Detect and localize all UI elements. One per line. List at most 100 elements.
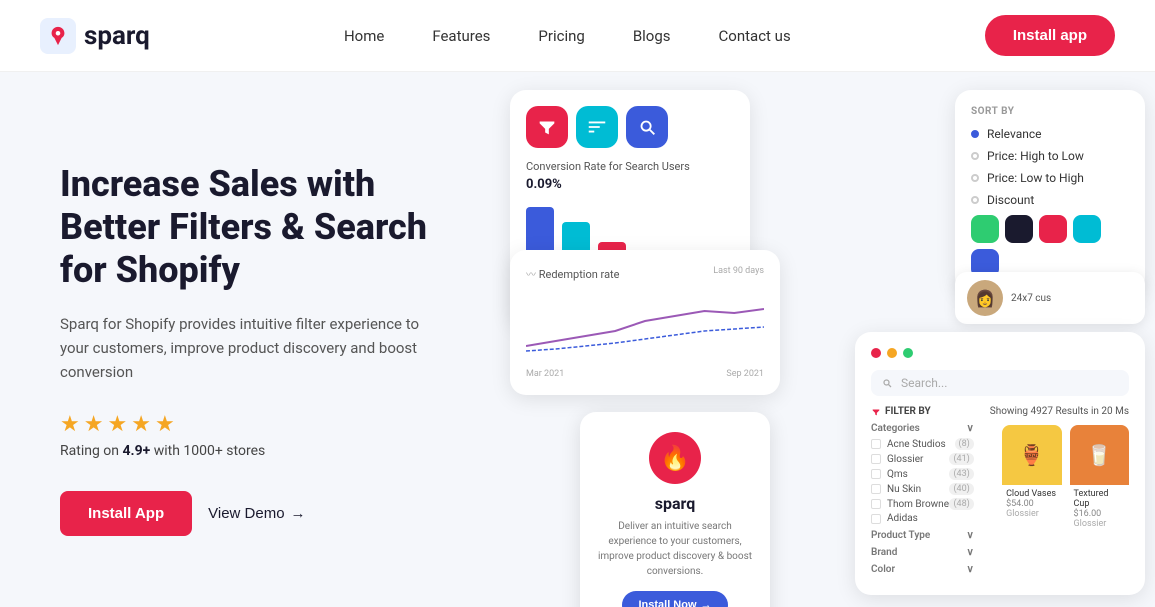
product-type-label: Product Type ∨ — [871, 530, 974, 541]
checkbox-1[interactable] — [871, 454, 881, 464]
line-dates: Mar 2021 Sep 2021 — [526, 369, 764, 379]
promo-name: sparq — [596, 494, 754, 513]
product-card-0: 🏺 Cloud Vases $54.00 Glossier — [1002, 425, 1061, 533]
products-col: Showing 4927 Results in 20 Ms 🏺 Cloud Va… — [974, 406, 1129, 533]
hero-section: Increase Sales with Better Filters & Sea… — [0, 72, 1155, 607]
filter-panel-card: Search... FILTER BY Categories ∨ Acne St… — [855, 332, 1145, 595]
logo-icon — [40, 18, 76, 54]
sort-icon — [576, 106, 618, 148]
filter-item-0[interactable]: Acne Studios (8) — [871, 438, 974, 450]
hero-subtitle: Sparq for Shopify provides intuitive fil… — [60, 312, 440, 384]
chart-icons — [526, 106, 734, 148]
product-name-1: Textured Cup — [1074, 489, 1125, 509]
sort-radio-0 — [971, 130, 979, 138]
product-name-0: Cloud Vases — [1006, 489, 1057, 499]
filter-by-label: FILTER BY — [871, 406, 974, 417]
avatar-label: 24x7 cus — [1011, 293, 1051, 304]
nav-features[interactable]: Features — [432, 27, 490, 45]
sort-radio-3 — [971, 196, 979, 204]
arrow-icon: → — [291, 505, 306, 522]
product-img-1: 🥛 — [1070, 425, 1129, 485]
product-img-0: 🏺 — [1002, 425, 1061, 485]
checkbox-2[interactable] — [871, 469, 881, 479]
star-5: ★ — [155, 412, 175, 437]
promo-icon: 🔥 — [649, 432, 701, 484]
hero-title: Increase Sales with Better Filters & Sea… — [60, 163, 440, 293]
color-label: Color ∨ — [871, 564, 974, 575]
sort-item-0[interactable]: Relevance — [971, 127, 1129, 141]
promo-install-button[interactable]: Install Now → — [622, 591, 727, 607]
chart-pct: 0.09% — [526, 177, 734, 192]
swatch-3[interactable] — [1073, 215, 1101, 243]
checkbox-4[interactable] — [871, 499, 881, 509]
nav-pricing[interactable]: Pricing — [538, 27, 584, 45]
star-3: ★ — [107, 412, 127, 437]
star-2: ★ — [84, 412, 104, 437]
filter-item-3[interactable]: Nu Skin (40) — [871, 483, 974, 495]
filter-item-4[interactable]: Thom Browne (48) — [871, 498, 974, 510]
avatar-badge: 👩 24x7 cus — [955, 272, 1145, 324]
rating-text: Rating on 4.9+ with 1000+ stores — [60, 443, 440, 459]
logo[interactable]: sparq — [40, 18, 150, 54]
sort-card: SORT BY Relevance Price: High to Low Pri… — [955, 90, 1145, 293]
arrow-icon-promo: → — [701, 599, 712, 607]
results-text: Showing 4927 Results in 20 Ms — [982, 406, 1129, 417]
cta-buttons: Install App View Demo → — [60, 491, 440, 536]
chart-title: Conversion Rate for Search Users — [526, 160, 734, 173]
star-1: ★ — [60, 412, 80, 437]
product-price-1: $16.00 — [1074, 509, 1125, 519]
filter-search-bar[interactable]: Search... — [871, 370, 1129, 396]
search-icon-card — [626, 106, 668, 148]
date-end: Sep 2021 — [726, 369, 764, 379]
star-4: ★ — [131, 412, 151, 437]
checkbox-5[interactable] — [871, 514, 881, 524]
sort-label-2: Price: Low to High — [987, 171, 1084, 185]
product-grid: 🏺 Cloud Vases $54.00 Glossier 🥛 Textured… — [1002, 425, 1129, 533]
sort-label-1: Price: High to Low — [987, 149, 1084, 163]
sort-item-2[interactable]: Price: Low to High — [971, 171, 1129, 185]
filter-row: FILTER BY Categories ∨ Acne Studios (8) … — [871, 406, 1129, 579]
dot-yellow — [887, 348, 897, 358]
avatar: 👩 — [967, 280, 1003, 316]
star-rating: ★ ★ ★ ★ ★ — [60, 412, 440, 437]
filter-icon — [526, 106, 568, 148]
chevron-down-icon: ∨ — [966, 423, 973, 434]
sort-radio-2 — [971, 174, 979, 182]
chevron-down-icon-4: ∨ — [966, 564, 973, 575]
nav-blogs[interactable]: Blogs — [633, 27, 671, 45]
color-swatches — [971, 215, 1129, 277]
filter-col: FILTER BY Categories ∨ Acne Studios (8) … — [871, 406, 974, 579]
swatch-2[interactable] — [1039, 215, 1067, 243]
window-dots — [871, 348, 1129, 358]
sort-label-3: Discount — [987, 193, 1034, 207]
hero-left: Increase Sales with Better Filters & Sea… — [0, 72, 480, 607]
product-brand-0: Glossier — [1006, 509, 1057, 519]
filter-item-1[interactable]: Glossier (41) — [871, 453, 974, 465]
view-demo-button[interactable]: View Demo → — [208, 505, 305, 522]
date-start: Mar 2021 — [526, 369, 564, 379]
nav-home[interactable]: Home — [344, 27, 384, 45]
nav-contact[interactable]: Contact us — [719, 27, 791, 45]
install-app-button[interactable]: Install App — [60, 491, 192, 536]
navbar: sparq Home Features Pricing Blogs Contac… — [0, 0, 1155, 72]
categories-label: Categories ∨ — [871, 423, 974, 434]
sort-item-3[interactable]: Discount — [971, 193, 1129, 207]
dot-red — [871, 348, 881, 358]
chevron-down-icon-3: ∨ — [966, 547, 973, 558]
swatch-0[interactable] — [971, 215, 999, 243]
filter-item-2[interactable]: Qms (43) — [871, 468, 974, 480]
checkbox-3[interactable] — [871, 484, 881, 494]
sort-radio-1 — [971, 152, 979, 160]
checkbox-0[interactable] — [871, 439, 881, 449]
product-brand-1: Glossier — [1074, 519, 1125, 529]
sort-label-0: Relevance — [987, 127, 1042, 141]
product-price-0: $54.00 — [1006, 499, 1057, 509]
nav-install-button[interactable]: Install app — [985, 15, 1115, 56]
search-placeholder: Search... — [901, 376, 947, 390]
hero-right: Conversion Rate for Search Users 0.09% S… — [480, 72, 1155, 607]
filter-item-5[interactable]: Adidas — [871, 513, 974, 524]
swatch-1[interactable] — [1005, 215, 1033, 243]
product-card-1: 🥛 Textured Cup $16.00 Glossier — [1070, 425, 1129, 533]
line-chart-title: 〰 Redemption rate Last 90 days — [526, 266, 764, 281]
sort-item-1[interactable]: Price: High to Low — [971, 149, 1129, 163]
